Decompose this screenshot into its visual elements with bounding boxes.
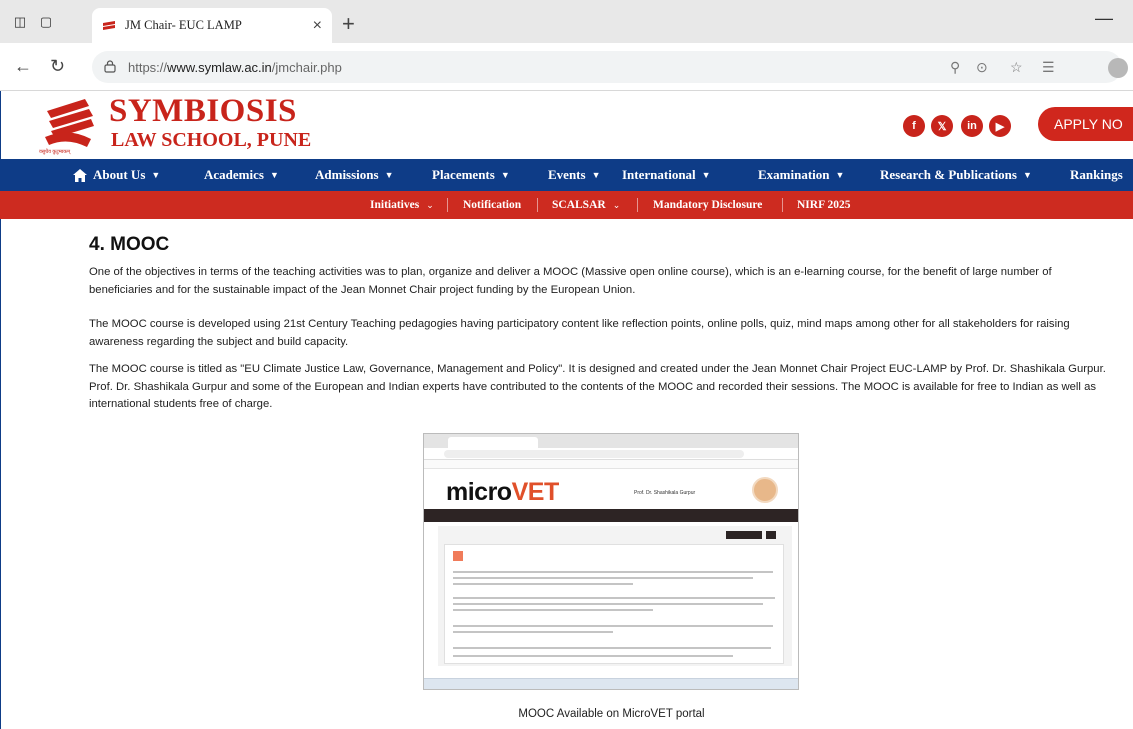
microvet-screenshot-image: microVET Prof. Dr. Shashikala Gurpur [423,433,799,690]
subnav-scalsar[interactable]: SCALSAR ⌄ [552,191,620,219]
subnav-divider [447,198,448,212]
subnav-initiatives[interactable]: Initiatives ⌄ [370,191,434,219]
favorite-star-icon[interactable]: ☆ [1010,59,1023,76]
site-header: वसुधैव कुटुम्बकम् SYMBIOSIS LAW SCHOOL, … [0,91,1133,159]
url-field[interactable]: https://www.symlaw.ac.in/jmchair.php ⚲ ⊙… [92,51,1122,83]
youtube-icon[interactable]: ▶ [989,115,1011,137]
home-icon [73,168,87,182]
tab-title: JM Chair- EUC LAMP [125,18,242,32]
nav-admissions[interactable]: Admissions ▼ [315,159,394,191]
linkedin-icon[interactable]: in [961,115,983,137]
subnav-mandatory-disclosure[interactable]: Mandatory Disclosure [653,191,762,219]
subnav-divider [782,198,783,212]
nav-examination[interactable]: Examination ▼ [758,159,844,191]
paragraph-course-title: The MOOC course is titled as "EU Climate… [89,363,1106,410]
nav-placements[interactable]: Placements ▼ [432,159,510,191]
shot-tab-strip [424,434,798,448]
profile-avatar[interactable] [1108,58,1128,78]
microvet-avatar [752,477,778,503]
refresh-icon[interactable]: ↻ [50,56,65,77]
nav-events[interactable]: Events ▼ [548,159,600,191]
logo-title[interactable]: SYMBIOSIS [109,93,297,130]
nav-international[interactable]: International ▼ [622,159,711,191]
nav-about-us[interactable]: About Us ▼ [73,159,160,191]
logo-subtitle[interactable]: LAW SCHOOL, PUNE [111,129,311,152]
nav-rankings[interactable]: Rankings [1070,159,1123,191]
browser-tab-strip: ◫ ▢ JM Chair- EUC LAMP × + — [0,0,1133,43]
shot-bookmarks-bar [424,460,798,469]
lock-icon [104,60,116,73]
new-tab-icon[interactable]: + [342,11,355,37]
favorites-list-icon[interactable]: ☰ [1042,59,1055,76]
apply-now-button[interactable]: APPLY NO [1038,107,1133,141]
subnav-divider [537,198,538,212]
paragraph-objectives: One of the objectives in terms of the te… [89,266,1052,296]
microvet-body [438,526,792,666]
tab-actions-icon[interactable]: ▢ [38,14,54,30]
facebook-icon[interactable]: f [903,115,925,137]
shot-taskbar [424,678,798,689]
x-twitter-icon[interactable]: 𝕏 [931,115,953,137]
address-bar: ← ↻ https://www.symlaw.ac.in/jmchair.php… [0,43,1133,91]
paragraph-pedagogies: The MOOC course is developed using 21st … [89,318,1070,348]
sub-nav: Initiatives ⌄ Notification SCALSAR ⌄ Manda… [0,191,1133,219]
subnav-nirf-2025[interactable]: NIRF 2025 [797,191,851,219]
subnav-notification[interactable]: Notification [463,191,521,219]
image-caption: MOOC Available on MicroVET portal [518,708,705,720]
url-text: https://www.symlaw.ac.in/jmchair.php [128,60,342,75]
shot-address-bar [424,448,798,460]
microvet-user-name: Prof. Dr. Shashikala Gurpur [634,490,696,496]
close-tab-icon[interactable]: × [313,17,322,35]
nav-research-publications[interactable]: Research & Publications ▼ [880,159,1032,191]
logo-tagline: वसुधैव कुटुम्बकम् [39,149,71,155]
workspaces-icon[interactable]: ◫ [12,14,28,30]
browser-tab[interactable]: JM Chair- EUC LAMP × [92,8,332,43]
microvet-nav [424,509,798,522]
content-border [0,219,1,729]
symbiosis-logo-icon[interactable] [41,97,97,151]
back-icon[interactable]: ← [14,56,32,77]
main-nav: About Us ▼ Academics ▼ Admissions ▼ Placeme… [0,159,1133,191]
subnav-divider [637,198,638,212]
section-heading: 4. MOOC [89,234,170,255]
microvet-logo: microVET [446,478,559,506]
zoom-icon[interactable]: ⚲ [950,59,960,76]
nav-academics[interactable]: Academics ▼ [204,159,279,191]
symbiosis-favicon-icon [103,20,115,30]
reader-icon[interactable]: ⊙ [976,59,988,76]
minimize-window-icon[interactable]: — [1095,8,1113,29]
